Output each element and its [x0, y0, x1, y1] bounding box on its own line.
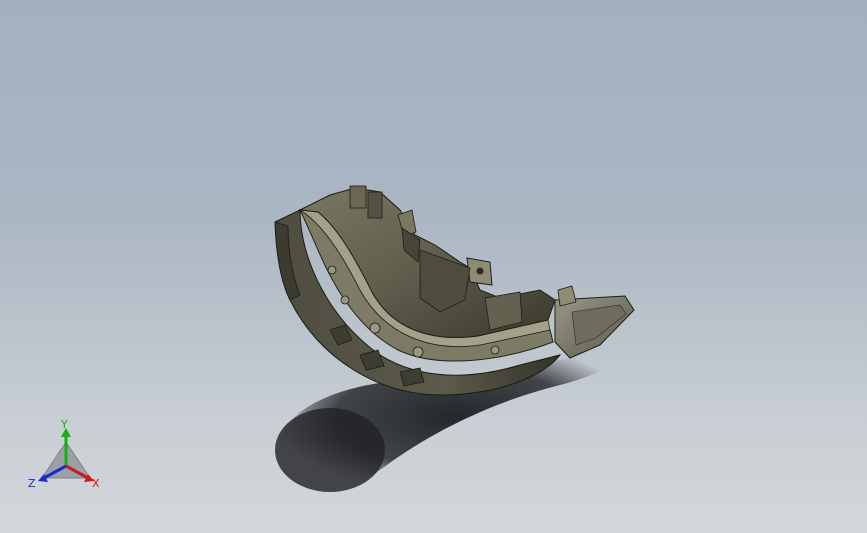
z-axis-label: Z [28, 477, 36, 490]
x-axis-label: X [92, 477, 100, 490]
graphics-viewport[interactable]: Y X Z [0, 0, 867, 533]
model-shadow [270, 340, 640, 494]
y-axis-label: Y [60, 420, 68, 431]
orientation-triad[interactable]: Y X Z [26, 420, 106, 494]
3d-model-view[interactable] [0, 0, 867, 533]
